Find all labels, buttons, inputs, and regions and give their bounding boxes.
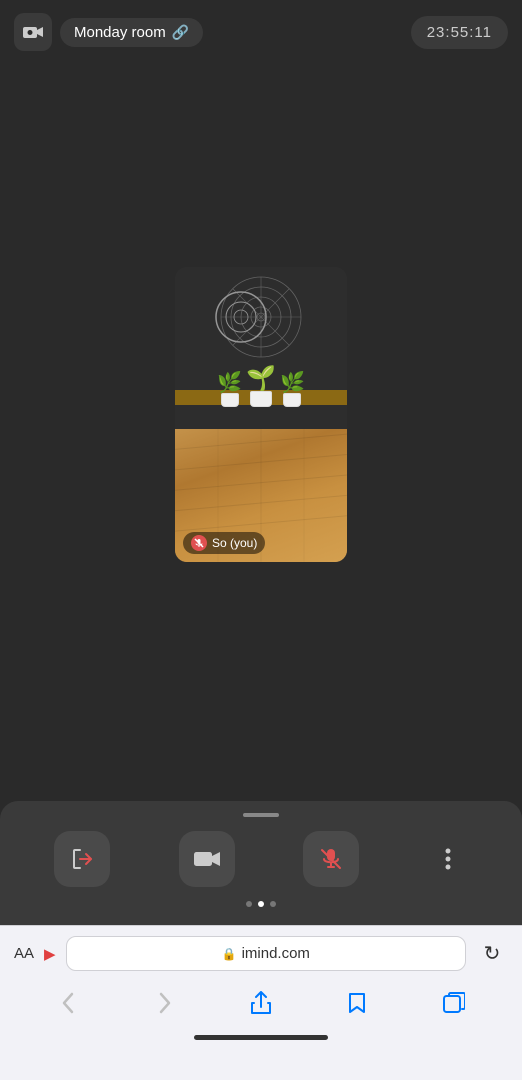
page-dots [0,895,522,917]
share-icon [250,991,272,1015]
back-button[interactable] [46,981,90,1025]
main-content-area: 🌿 🌱 🌿 [0,64,522,764]
more-options-button[interactable] [428,839,468,879]
aa-button[interactable]: AA [14,945,34,962]
home-indicator [194,1035,328,1040]
browser-nav [0,977,522,1031]
bookmarks-button[interactable] [335,981,379,1025]
plants-container: 🌿 🌱 🌿 [175,367,347,407]
wall-art [211,272,311,362]
plant-pot-center [250,391,272,407]
leave-button[interactable] [54,831,110,887]
plant-leaves-right: 🌿 [280,373,305,393]
user-name: So (you) [212,536,257,550]
reload-button[interactable]: ↻ [476,938,508,970]
control-buttons [0,831,522,895]
link-icon: 🔗 [172,24,189,41]
plant-center: 🌱 [246,367,276,407]
url-bar[interactable]: 🔒 imind.com [66,936,466,971]
dot-2 [258,901,264,907]
user-label: So (you) [183,532,265,554]
camera-toggle-button[interactable] [179,831,235,887]
browser-bar: AA ▶ 🔒 imind.com ↻ [0,925,522,1080]
camera-icon [23,24,43,40]
tabs-button[interactable] [432,981,476,1025]
plant-pot-right [283,393,301,407]
plant-left: 🌿 [217,373,242,407]
video-content: 🌿 🌱 🌿 [175,267,347,562]
dot-3 [270,901,276,907]
plant-leaves-left: 🌿 [217,373,242,393]
camera-button[interactable] [14,13,52,51]
plant-pot-left [221,393,239,407]
top-bar: Monday room 🔗 23:55:11 [0,0,522,64]
video-recording-icon: ▶ [44,945,56,963]
forward-icon [159,992,171,1014]
leave-icon [70,847,94,871]
tabs-icon [443,992,465,1014]
forward-button[interactable] [143,981,187,1025]
bookmarks-icon [346,991,368,1015]
back-icon [62,992,74,1014]
drag-handle[interactable] [243,813,279,817]
url-bar-area: AA ▶ 🔒 imind.com ↻ [0,926,522,977]
lock-icon: 🔒 [222,947,237,961]
plant-right: 🌿 [280,373,305,407]
time-display: 23:55:11 [411,16,508,49]
mic-muted-icon [320,848,342,870]
more-icon [445,847,451,871]
share-button[interactable] [239,981,283,1025]
room-name-pill[interactable]: Monday room 🔗 [60,18,203,47]
muted-mic-icon [191,535,207,551]
room-name: Monday room [74,24,166,41]
video-tile: 🌿 🌱 🌿 [175,267,347,562]
url-text: imind.com [242,945,310,962]
control-bar [0,801,522,925]
dot-1 [246,901,252,907]
top-bar-left: Monday room 🔗 [14,13,203,51]
camera-toggle-icon [194,849,220,869]
plant-leaves-center: 🌱 [246,367,276,391]
mic-toggle-button[interactable] [303,831,359,887]
